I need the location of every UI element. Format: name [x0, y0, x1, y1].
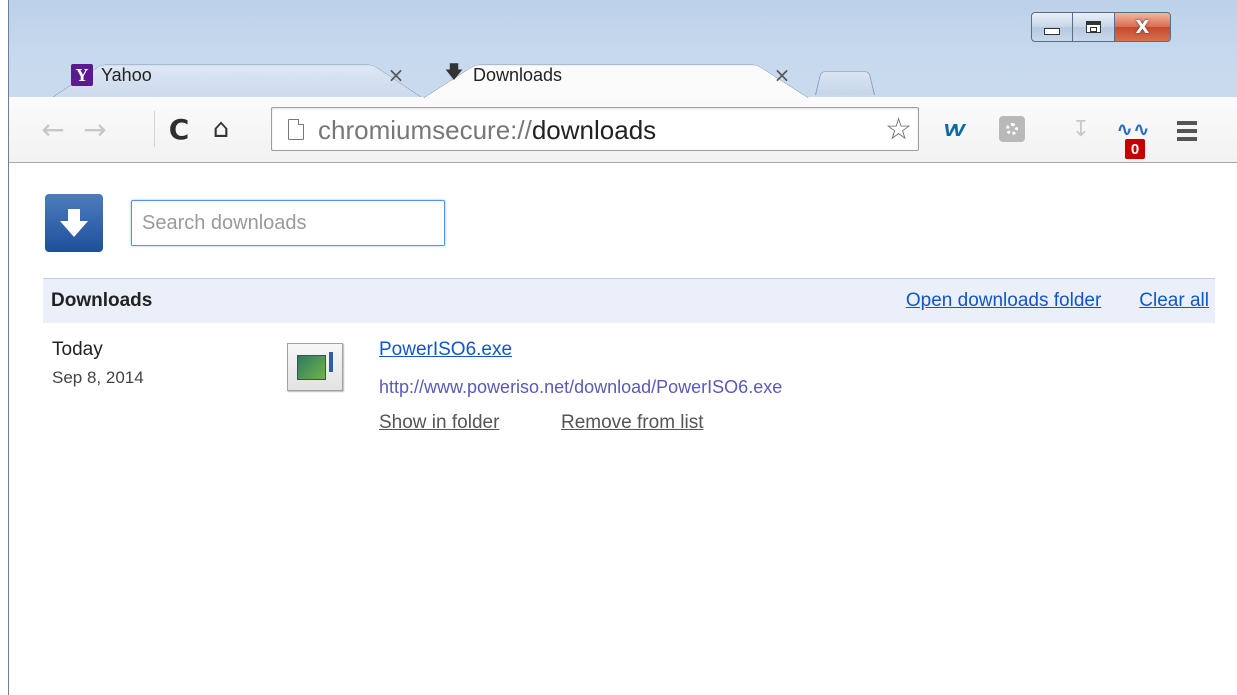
tab-close-icon[interactable]: × [771, 63, 793, 87]
forward-arrow-icon[interactable]: → [79, 111, 111, 147]
minimize-icon [1044, 28, 1060, 35]
tab-close-icon[interactable]: × [385, 63, 407, 87]
date-relative: Today [52, 339, 103, 360]
url-host: downloads [531, 115, 657, 145]
date-full: Sep 8, 2014 [52, 368, 144, 387]
open-downloads-folder-link[interactable]: Open downloads folder [906, 290, 1101, 312]
download-arrow-icon [60, 209, 88, 237]
page-title: Downloads [51, 290, 153, 311]
show-in-folder-link[interactable]: Show in folder [379, 412, 499, 434]
browser-toolbar: ← → C ⌂ chromiumsecure://downloads ☆ vv … [9, 97, 1237, 163]
bookmark-star-icon[interactable]: ☆ [885, 112, 912, 147]
wave-extension-icon[interactable]: vv [933, 113, 973, 145]
tab-downloads[interactable]: 🡇 Downloads × [423, 50, 809, 98]
url-text[interactable]: chromiumsecure://downloads [318, 115, 656, 146]
remove-from-list-link[interactable]: Remove from list [561, 412, 704, 434]
reload-icon[interactable]: C [154, 111, 203, 147]
clear-all-link[interactable]: Clear all [1139, 290, 1209, 312]
tab-content: Y Yahoo × [71, 62, 407, 88]
downloads-header: Downloads Open downloads folder Clear al… [43, 279, 1215, 323]
file-source-url[interactable]: http://www.poweriso.net/download/PowerIS… [379, 377, 782, 398]
downloads-logo-icon [45, 194, 103, 252]
new-tab-shape [815, 71, 875, 95]
tab-title: Yahoo [101, 64, 152, 85]
tab-yahoo[interactable]: Y Yahoo × [51, 50, 423, 98]
file-screen-graphic [297, 355, 326, 380]
downloads-page: Downloads Open downloads folder Clear al… [9, 163, 1237, 695]
page-icon [288, 119, 304, 140]
download-arrow-icon: 🡇 [444, 62, 464, 83]
new-tab-button[interactable] [815, 50, 875, 98]
extension-badge: 0 [1125, 139, 1145, 159]
minimize-button[interactable] [1031, 12, 1073, 42]
tab-title: Downloads [473, 64, 563, 85]
search-input[interactable] [131, 200, 445, 246]
grey-extension-icon[interactable] [999, 116, 1025, 142]
file-name-link[interactable]: PowerISO6.exe [379, 339, 512, 361]
close-icon: X [1135, 16, 1150, 38]
url-scheme: chromiumsecure:// [318, 115, 532, 145]
file-bar-graphic [329, 352, 333, 372]
window-left-edge [0, 0, 8, 695]
tab-content: 🡇 Downloads × [443, 62, 793, 88]
exe-file-icon [287, 343, 343, 391]
close-window-button[interactable]: X [1115, 12, 1171, 42]
maximize-button[interactable] [1073, 12, 1115, 42]
menu-icon[interactable] [1177, 121, 1197, 145]
download-extension-icon[interactable]: ↧ [1066, 113, 1096, 145]
maximize-icon [1086, 21, 1101, 33]
back-arrow-icon[interactable]: ← [37, 111, 69, 147]
address-bar[interactable]: chromiumsecure://downloads ☆ [271, 107, 919, 151]
window-controls: X [1031, 12, 1171, 44]
yahoo-favicon-icon: Y [71, 64, 93, 86]
home-icon[interactable]: ⌂ [205, 111, 237, 147]
